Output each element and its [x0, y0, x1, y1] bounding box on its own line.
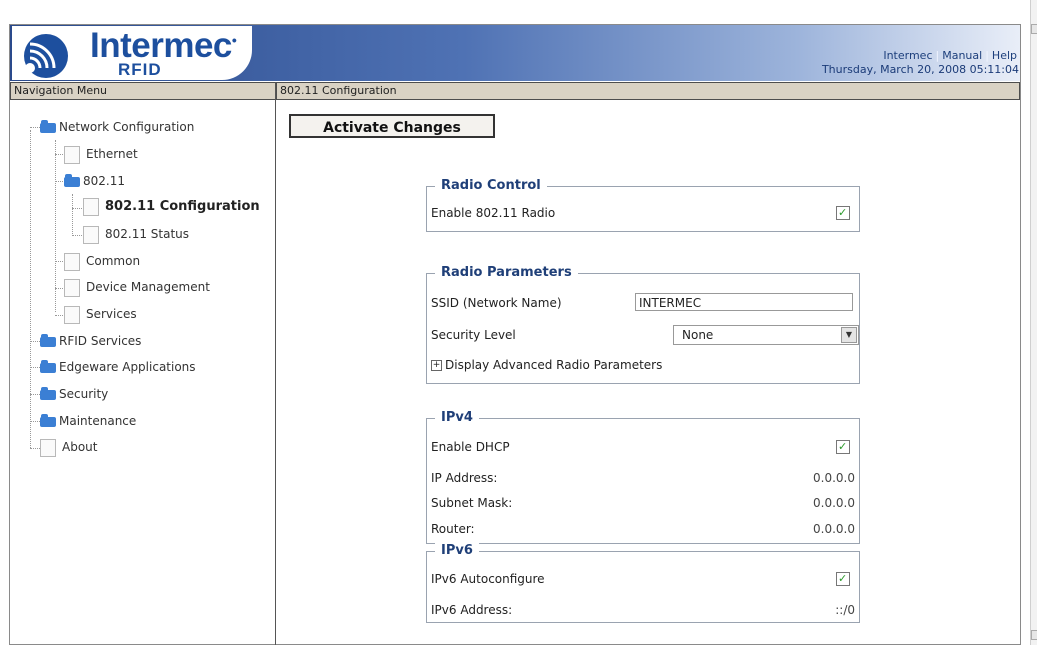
- enable-dhcp-checkbox[interactable]: [836, 436, 850, 458]
- nav-802-11[interactable]: 802.11: [64, 170, 125, 192]
- page-icon: [64, 145, 80, 164]
- pane-divider: [275, 82, 276, 645]
- ipv4-legend: IPv4: [435, 410, 479, 425]
- nav-network-configuration[interactable]: Network Configuration: [40, 116, 194, 138]
- top-links: Intermec | Manual | Help: [883, 49, 1017, 62]
- nav-rfid-services[interactable]: RFID Services: [40, 330, 141, 352]
- nav-ethernet[interactable]: Ethernet: [64, 143, 138, 165]
- nav-common[interactable]: Common: [64, 250, 140, 272]
- router-value: 0.0.0.0: [813, 522, 855, 536]
- advanced-params-toggle[interactable]: + Display Advanced Radio Parameters: [431, 354, 855, 376]
- router-row: Router: 0.0.0.0: [431, 518, 855, 540]
- page-icon: [64, 278, 80, 297]
- intermec-logo-icon: [24, 34, 68, 78]
- nav-802-11-configuration[interactable]: 802.11 Configuration: [83, 196, 260, 218]
- intermec-link[interactable]: Intermec: [883, 49, 932, 62]
- folder-icon: [40, 413, 56, 427]
- scroll-down-icon[interactable]: [1031, 630, 1037, 640]
- subnet-mask-row: Subnet Mask: 0.0.0.0: [431, 492, 855, 514]
- security-level-select[interactable]: None ▼: [673, 325, 859, 345]
- window-scrollbar[interactable]: [1030, 0, 1037, 645]
- chevron-down-icon: ▼: [841, 327, 857, 343]
- ip-address-row: IP Address: 0.0.0.0: [431, 467, 855, 489]
- enable-radio-row: Enable 802.11 Radio: [431, 202, 855, 224]
- page-icon: [64, 305, 80, 324]
- help-link[interactable]: Help: [992, 49, 1017, 62]
- ssid-row: SSID (Network Name) INTERMEC: [431, 292, 855, 314]
- scroll-up-icon[interactable]: [1031, 24, 1037, 34]
- page-icon: [40, 438, 56, 457]
- plus-icon: +: [431, 360, 442, 371]
- brand-subtitle: RFID: [118, 60, 162, 79]
- enable-radio-checkbox[interactable]: [836, 202, 850, 224]
- nav-maintenance[interactable]: Maintenance: [40, 410, 136, 432]
- page-icon: [83, 197, 99, 216]
- ipv6-autoconfigure-row: IPv6 Autoconfigure: [431, 568, 855, 590]
- nav-security[interactable]: Security: [40, 383, 108, 405]
- page-title: 802.11 Configuration: [276, 82, 1020, 100]
- ipv4-group: IPv4 Enable DHCP IP Address: 0.0.0.0 Sub…: [426, 410, 860, 544]
- ipv6-address-row: IPv6 Address: ::/0: [431, 599, 855, 621]
- brand-name: Intermec•: [90, 26, 237, 65]
- folder-icon: [64, 173, 80, 187]
- nav-services[interactable]: Services: [64, 303, 137, 325]
- radio-control-group: Radio Control Enable 802.11 Radio: [426, 178, 860, 232]
- nav-edgeware-applications[interactable]: Edgeware Applications: [40, 356, 196, 378]
- nav-device-management[interactable]: Device Management: [64, 276, 210, 298]
- ipv6-autoconfigure-checkbox[interactable]: [836, 568, 850, 590]
- ipv6-group: IPv6 IPv6 Autoconfigure IPv6 Address: ::…: [426, 543, 860, 623]
- enable-dhcp-row: Enable DHCP: [431, 436, 855, 458]
- ip-address-value: 0.0.0.0: [813, 471, 855, 485]
- ipv6-legend: IPv6: [435, 543, 479, 558]
- nav-about[interactable]: About: [40, 436, 97, 458]
- folder-icon: [40, 359, 56, 373]
- manual-link[interactable]: Manual: [942, 49, 982, 62]
- current-datetime: Thursday, March 20, 2008 05:11:04: [821, 63, 1019, 76]
- folder-icon: [40, 333, 56, 347]
- ssid-input[interactable]: INTERMEC: [635, 293, 853, 311]
- activate-changes-button[interactable]: Activate Changes: [289, 114, 495, 138]
- nav-802-11-status[interactable]: 802.11 Status: [83, 223, 189, 245]
- folder-icon: [40, 386, 56, 400]
- subnet-mask-value: 0.0.0.0: [813, 496, 855, 510]
- navigation-menu-title: Navigation Menu: [10, 82, 276, 100]
- security-level-row: Security Level None ▼: [431, 324, 859, 346]
- ipv6-address-value: ::/0: [835, 603, 855, 617]
- page-icon: [64, 252, 80, 271]
- page-icon: [83, 225, 99, 244]
- radio-parameters-group: Radio Parameters SSID (Network Name) INT…: [426, 265, 860, 384]
- radio-parameters-legend: Radio Parameters: [435, 265, 578, 280]
- radio-control-legend: Radio Control: [435, 178, 547, 193]
- folder-icon: [40, 119, 56, 133]
